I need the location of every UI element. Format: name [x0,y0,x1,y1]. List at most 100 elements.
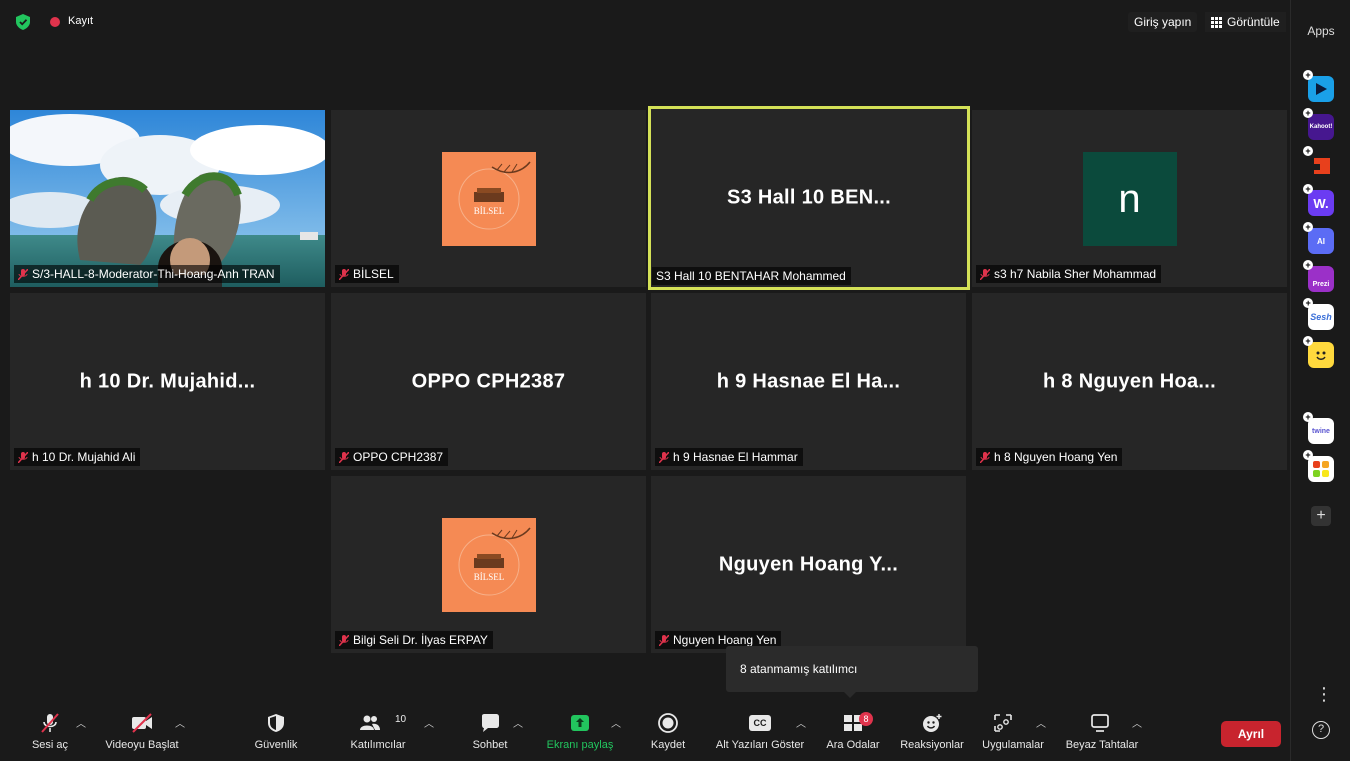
bilsel-logo-text: BİLSEL [473,572,504,582]
app-icon-ai[interactable]: + AI [1303,222,1334,254]
bilsel-logo-text: BİLSEL [473,206,504,216]
zoom-meeting-window: Kayıt Giriş yapın Görüntüle S/3-HALL-8-M… [0,0,1350,761]
participant-name-bar: Bilgi Seli Dr. İlyas ERPAY [335,631,493,649]
app-icon-1[interactable]: + [1303,70,1334,102]
bilsel-logo-graphic: BİLSEL [458,161,531,229]
participant-name: s3 h7 Nabila Sher Mohammad [994,267,1157,281]
security-label: Güvenlik [254,739,298,751]
help-icon[interactable]: ? [1312,721,1330,739]
whiteboards-button[interactable]: Beyaz Tahtalar [1060,704,1144,761]
chat-chevron-icon[interactable]: ︿ [513,715,523,730]
muted-mic-icon [339,634,349,646]
app-icon-twine[interactable]: + twine [1303,412,1334,444]
app-icon-prezi[interactable]: + Prezi [1303,260,1334,292]
bilsel-logo: BİLSEL [441,517,536,612]
video-feed-image [10,110,325,287]
participant-name: Bilgi Seli Dr. İlyas ERPAY [353,633,488,647]
add-badge-icon: + [1303,298,1313,308]
video-tile-bilsel[interactable]: BİLSEL BİLSEL [331,110,646,287]
tooltip-text: 8 atanmamış katılımcı [740,662,858,676]
meeting-toolbar: Sesi aç ︿ Videoyu Başlat ︿ Güvenlik 10 K… [0,704,1290,761]
apps-label: Uygulamalar [982,739,1044,751]
tooltip-arrow [844,692,856,698]
view-button[interactable]: Görüntüle [1205,12,1286,32]
app-label: Sesh [1310,312,1332,322]
participant-name: BİLSEL [353,267,394,281]
share-chevron-icon[interactable]: ︿ [611,715,621,730]
video-tile-mujahid[interactable]: h 10 Dr. Mujahid... h 10 Dr. Mujahid Ali [10,293,325,470]
muted-mic-icon [339,451,349,463]
add-badge-icon: + [1303,184,1313,194]
video-tile-moderator[interactable]: S/3-HALL-8-Moderator-Thi-Hoang-Anh TRAN [10,110,325,287]
audio-options-chevron-icon[interactable]: ︿ [76,715,86,730]
app-icon-3[interactable]: + [1303,146,1334,178]
security-button[interactable]: Güvenlik [248,704,304,761]
blocks-icon [1313,461,1329,477]
chat-icon [482,714,499,732]
app-label: Prezi [1312,280,1330,288]
add-badge-icon: + [1303,260,1313,270]
breakout-badge: 8 [859,712,873,726]
breakout-rooms-label: Ara Odalar [826,739,880,751]
video-tile-nguyen-h8[interactable]: h 8 Nguyen Hoa... h 8 Nguyen Hoang Yen [972,293,1287,470]
add-badge-icon: + [1303,450,1313,460]
chat-button[interactable]: Sohbet [462,704,518,761]
bilsel-logo-graphic: BİLSEL [458,527,531,595]
video-options-chevron-icon[interactable]: ︿ [175,715,185,730]
whiteboard-icon [1091,714,1110,732]
participant-name: S/3-HALL-8-Moderator-Thi-Hoang-Anh TRAN [32,267,275,281]
participant-name: OPPO CPH2387 [353,450,444,464]
share-screen-icon [571,715,589,731]
muted-mic-icon [339,268,349,280]
add-app-button[interactable]: + [1311,506,1331,526]
participants-chevron-icon[interactable]: ︿ [424,715,434,730]
captions-button[interactable]: CC Alt Yazıları Göster [710,704,810,761]
app-icon-wooclap[interactable]: + W. [1303,184,1334,216]
participant-display-name: S3 Hall 10 BEN... [726,186,892,209]
participant-name-bar: s3 h7 Nabila Sher Mohammad [976,265,1162,283]
muted-mic-icon [41,713,59,733]
share-screen-label: Ekranı paylaş [546,739,614,751]
start-video-button[interactable]: Videoyu Başlat [100,704,184,761]
app-icon-8[interactable]: + [1303,336,1334,368]
add-badge-icon: + [1303,146,1313,156]
add-badge-icon: + [1303,222,1313,232]
participant-display-name: OPPO CPH2387 [411,370,566,392]
app-3-logo-icon [1312,158,1330,174]
share-screen-button[interactable]: Ekranı paylaş [540,704,620,761]
security-shield-icon[interactable] [16,14,30,30]
whiteboards-chevron-icon[interactable]: ︿ [1132,715,1142,730]
chat-label: Sohbet [472,739,508,751]
app-label: twine [1312,427,1330,435]
leave-button[interactable]: Ayrıl [1221,721,1281,747]
record-button[interactable]: Kaydet [640,704,696,761]
video-tile-oppo[interactable]: OPPO CPH2387 OPPO CPH2387 [331,293,646,470]
unmute-button[interactable]: Sesi aç [22,704,78,761]
apps-icon [994,714,1012,732]
captions-chevron-icon[interactable]: ︿ [796,715,806,730]
reactions-button[interactable]: Reaksiyonlar [898,704,966,761]
recording-label: Kayıt [68,15,94,27]
breakout-rooms-button[interactable]: 8 Ara Odalar [822,704,884,761]
smiley-icon [1316,351,1326,360]
participant-name-bar: h 9 Hasnae El Hammar [655,448,803,466]
participant-display-name: h 10 Dr. Mujahid... [79,370,256,392]
app-icon-10[interactable]: + [1303,450,1334,482]
participants-button[interactable]: 10 Katılımcılar [343,704,413,761]
muted-mic-icon [18,268,28,280]
video-tile-nguyen[interactable]: Nguyen Hoang Y... Nguyen Hoang Yen [651,476,966,653]
video-tile-active-speaker[interactable]: S3 Hall 10 BEN... S3 Hall 10 BENTAHAR Mo… [648,106,970,290]
signin-button[interactable]: Giriş yapın [1128,12,1198,32]
app-icon-sesh[interactable]: + Sesh [1303,298,1334,330]
apps-chevron-icon[interactable]: ︿ [1036,715,1046,730]
participant-name: h 8 Nguyen Hoang Yen [994,450,1118,464]
video-tile-hasnae[interactable]: h 9 Hasnae El Ha... h 9 Hasnae El Hammar [651,293,966,470]
participant-name-bar: OPPO CPH2387 [335,448,449,466]
apps-button[interactable]: Uygulamalar [978,704,1048,761]
app-icon-kahoot[interactable]: + Kahoot! [1303,108,1334,140]
video-tile-bilgi-seli[interactable]: BİLSEL Bilgi Seli Dr. İlyas ERPAY [331,476,646,653]
more-options-icon[interactable]: ⋮ [1315,684,1333,705]
video-tile-nabila[interactable]: n s3 h7 Nabila Sher Mohammad [972,110,1287,287]
participant-name: Nguyen Hoang Yen [673,633,777,647]
captions-icon: CC [749,715,771,731]
